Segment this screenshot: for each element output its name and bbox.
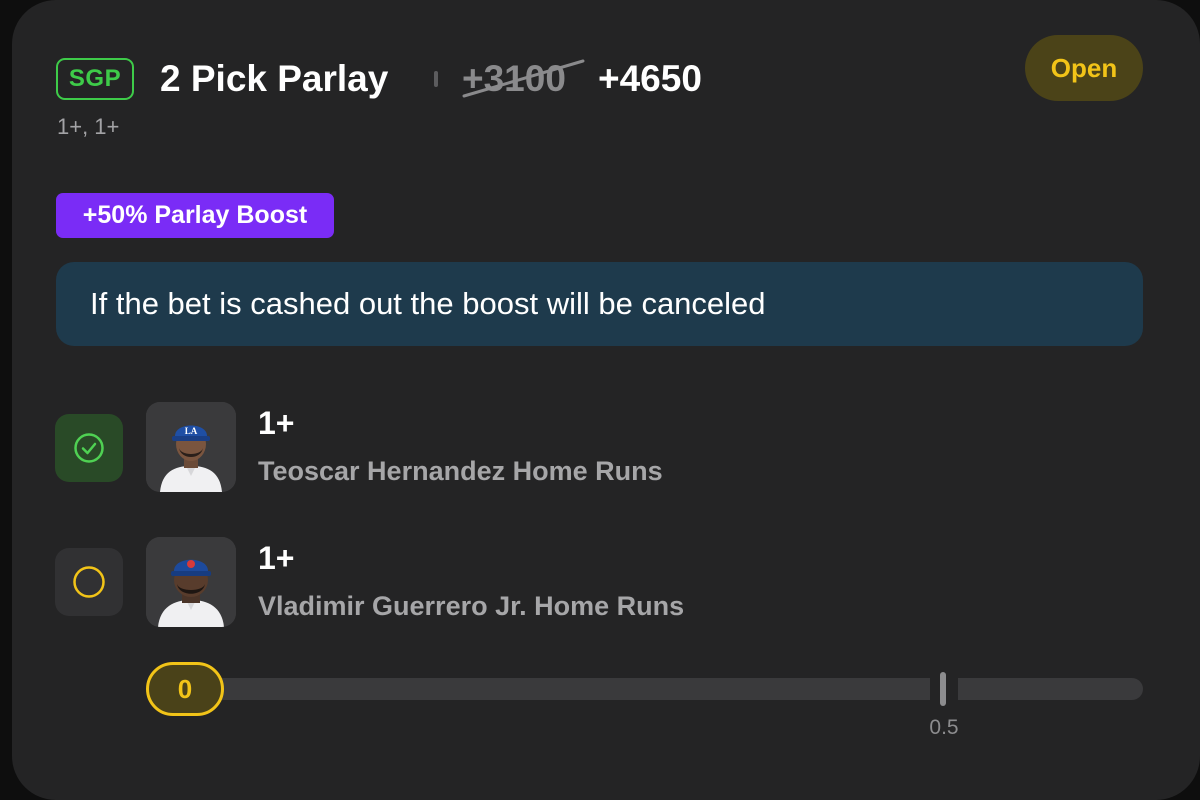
boost-notice-text: If the bet is cashed out the boost will … xyxy=(90,286,766,321)
player-avatar-teoscar-hernandez: LA xyxy=(146,402,236,492)
target-tick xyxy=(940,672,946,706)
status-badge: Open xyxy=(1025,35,1143,101)
leg-market: Vladimir Guerrero Jr. Home Runs xyxy=(258,591,685,621)
open-circle-icon xyxy=(73,566,105,598)
leg-line: 1+ xyxy=(258,540,295,576)
legs-summary: 1+, 1+ xyxy=(57,114,120,139)
leg-line: 1+ xyxy=(258,405,295,441)
check-circle-icon xyxy=(74,433,104,463)
strikethrough-line xyxy=(462,59,585,98)
sgp-badge: SGP xyxy=(56,58,134,100)
title-separator xyxy=(434,71,438,87)
boost-notice: If the bet is cashed out the boost will … xyxy=(56,262,1143,346)
current-progress-badge: 0 xyxy=(146,662,224,716)
target-label: 0.5 xyxy=(929,716,959,739)
leg-market: Teoscar Hernandez Home Runs xyxy=(258,456,663,486)
player-headshot-icon: LA xyxy=(146,402,236,492)
leg-status-won xyxy=(55,414,123,482)
boosted-odds: +4650 xyxy=(598,58,702,99)
leg-status-open xyxy=(55,548,123,616)
parlay-boost-badge: +50% Parlay Boost xyxy=(56,193,334,238)
progress-track xyxy=(160,678,1143,700)
player-headshot-icon xyxy=(146,537,236,627)
player-avatar-vladimir-guerrero-jr xyxy=(146,537,236,627)
bet-title: 2 Pick Parlay xyxy=(160,58,389,99)
svg-text:LA: LA xyxy=(185,426,198,436)
